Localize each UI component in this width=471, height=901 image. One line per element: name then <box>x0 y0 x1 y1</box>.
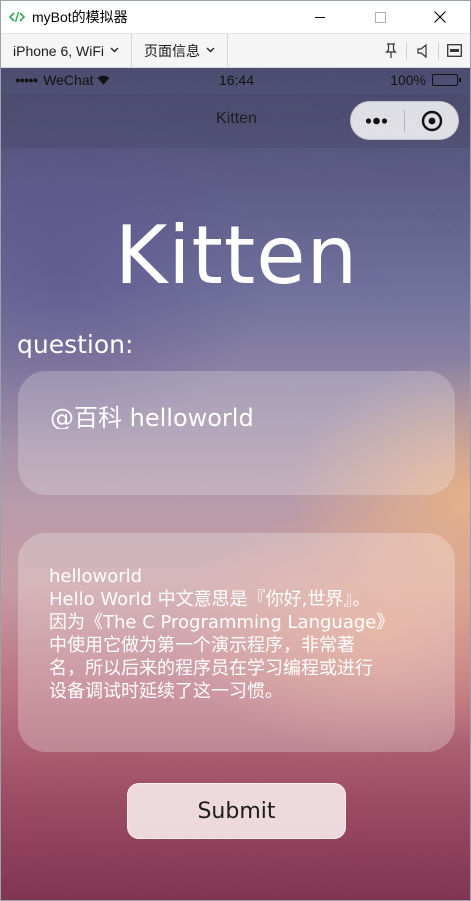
maximize-icon <box>374 11 386 23</box>
target-close-icon <box>421 110 442 131</box>
answer-title: helloworld <box>49 566 143 587</box>
toolbar-right-actions <box>375 34 470 67</box>
close-button[interactable] <box>410 1 470 33</box>
device-select-label: iPhone 6, WiFi <box>13 42 105 59</box>
close-icon <box>434 11 446 23</box>
device-select[interactable]: iPhone 6, WiFi <box>1 34 133 67</box>
chevron-down-icon <box>206 45 215 56</box>
status-bar: ●●●●● WeChat 16:44 100% <box>1 68 470 94</box>
page-info-label: 页面信息 <box>144 42 201 59</box>
phone-screen: ●●●●● WeChat 16:44 100% Kitten Kitten qu… <box>1 68 470 900</box>
question-box[interactable] <box>18 371 455 495</box>
question-label: question: <box>17 330 134 359</box>
devtools-logo-icon <box>8 8 26 26</box>
window-title: myBot的模拟器 <box>32 9 128 25</box>
minimize-icon <box>314 16 325 18</box>
window-titlebar: myBot的模拟器 <box>1 1 470 33</box>
maximize-button[interactable] <box>350 1 410 33</box>
question-input[interactable] <box>50 401 430 429</box>
answer-body: Hello World 中文意思是『你好,世界』。 因为《The C Progr… <box>49 589 395 702</box>
chevron-down-icon <box>110 45 119 56</box>
battery-percent: 100% <box>390 72 426 88</box>
window-controls <box>290 1 470 33</box>
pin-icon <box>384 42 397 58</box>
minimize-button[interactable] <box>290 1 350 33</box>
mini-program-navbar: Kitten <box>1 94 470 148</box>
battery-icon <box>432 74 461 86</box>
window-layout-icon <box>447 44 462 57</box>
window-layout-button[interactable] <box>439 34 470 67</box>
mute-button[interactable] <box>407 34 438 67</box>
hero-title: Kitten <box>114 209 359 302</box>
more-button[interactable] <box>351 117 404 125</box>
status-right: 100% <box>390 72 461 88</box>
exit-mini-program-button[interactable] <box>405 110 458 132</box>
simulator-window: myBot的模拟器 iPhone 6, WiFi 页面信息 ●●●●● WeCh… <box>0 0 471 901</box>
pin-button[interactable] <box>375 34 406 67</box>
answer-card: helloworld Hello World 中文意思是『你好,世界』。 因为《… <box>18 533 455 752</box>
more-dots-icon <box>365 117 387 124</box>
speaker-icon <box>416 43 427 58</box>
submit-button[interactable]: Submit <box>127 783 346 839</box>
capsule-menu <box>350 101 459 140</box>
page-info-select[interactable]: 页面信息 <box>132 34 229 67</box>
simulator-toolbar: iPhone 6, WiFi 页面信息 <box>1 33 470 68</box>
